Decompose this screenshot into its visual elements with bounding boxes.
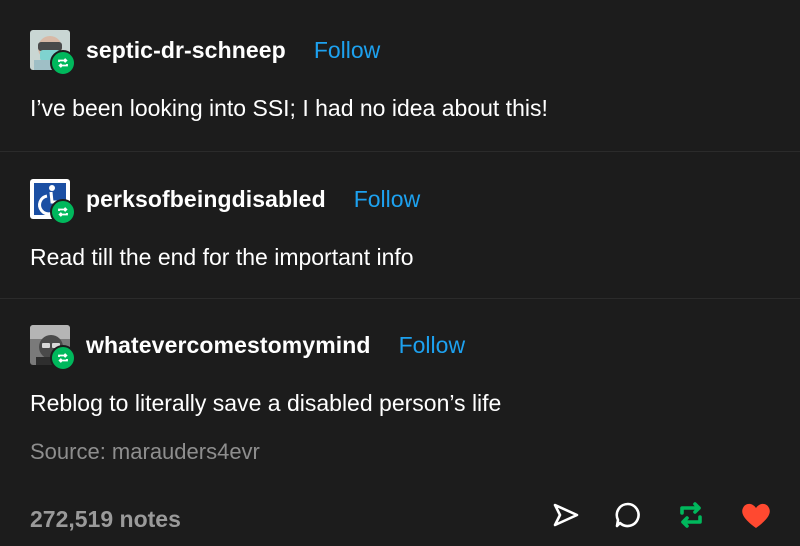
reblog-icon[interactable] — [676, 501, 706, 529]
reblog-badge-icon — [50, 199, 76, 225]
post-header: whatevercomestomymind Follow — [30, 321, 465, 371]
share-icon[interactable] — [552, 502, 580, 528]
username-link[interactable]: perksofbeingdisabled — [86, 186, 326, 213]
reblog-badge-icon — [50, 345, 76, 371]
follow-button[interactable]: Follow — [354, 186, 420, 213]
reblog-badge-icon — [50, 50, 76, 76]
avatar-perksofbeingdisabled[interactable] — [30, 179, 76, 225]
post-body-text: Reblog to literally save a disabled pers… — [30, 390, 502, 416]
follow-button[interactable]: Follow — [399, 332, 465, 359]
post-body-text: Read till the end for the important info — [30, 244, 414, 270]
follow-button[interactable]: Follow — [314, 37, 380, 64]
reply-icon[interactable] — [614, 501, 642, 529]
post-header: perksofbeingdisabled Follow — [30, 175, 420, 225]
post-header: septic-dr-schneep Follow — [30, 26, 380, 76]
like-icon[interactable] — [740, 501, 772, 529]
avatar-septic-dr-schneep[interactable] — [30, 30, 76, 76]
avatar-whatevercomestomymind[interactable] — [30, 325, 76, 371]
reblog-entry-3: whatevercomestomymind Follow Reblog to l… — [0, 299, 800, 546]
reblog-entry-1: septic-dr-schneep Follow I’ve been looki… — [0, 0, 800, 152]
username-link[interactable]: whatevercomestomymind — [86, 332, 371, 359]
post-body-text: I’ve been looking into SSI; I had no ide… — [30, 95, 548, 121]
post-actions — [518, 501, 772, 529]
notes-count[interactable]: 272,519 notes — [30, 506, 181, 533]
reblog-entry-2: perksofbeingdisabled Follow Read till th… — [0, 152, 800, 299]
source-link[interactable]: Source: marauders4evr — [30, 439, 260, 465]
username-link[interactable]: septic-dr-schneep — [86, 37, 286, 64]
